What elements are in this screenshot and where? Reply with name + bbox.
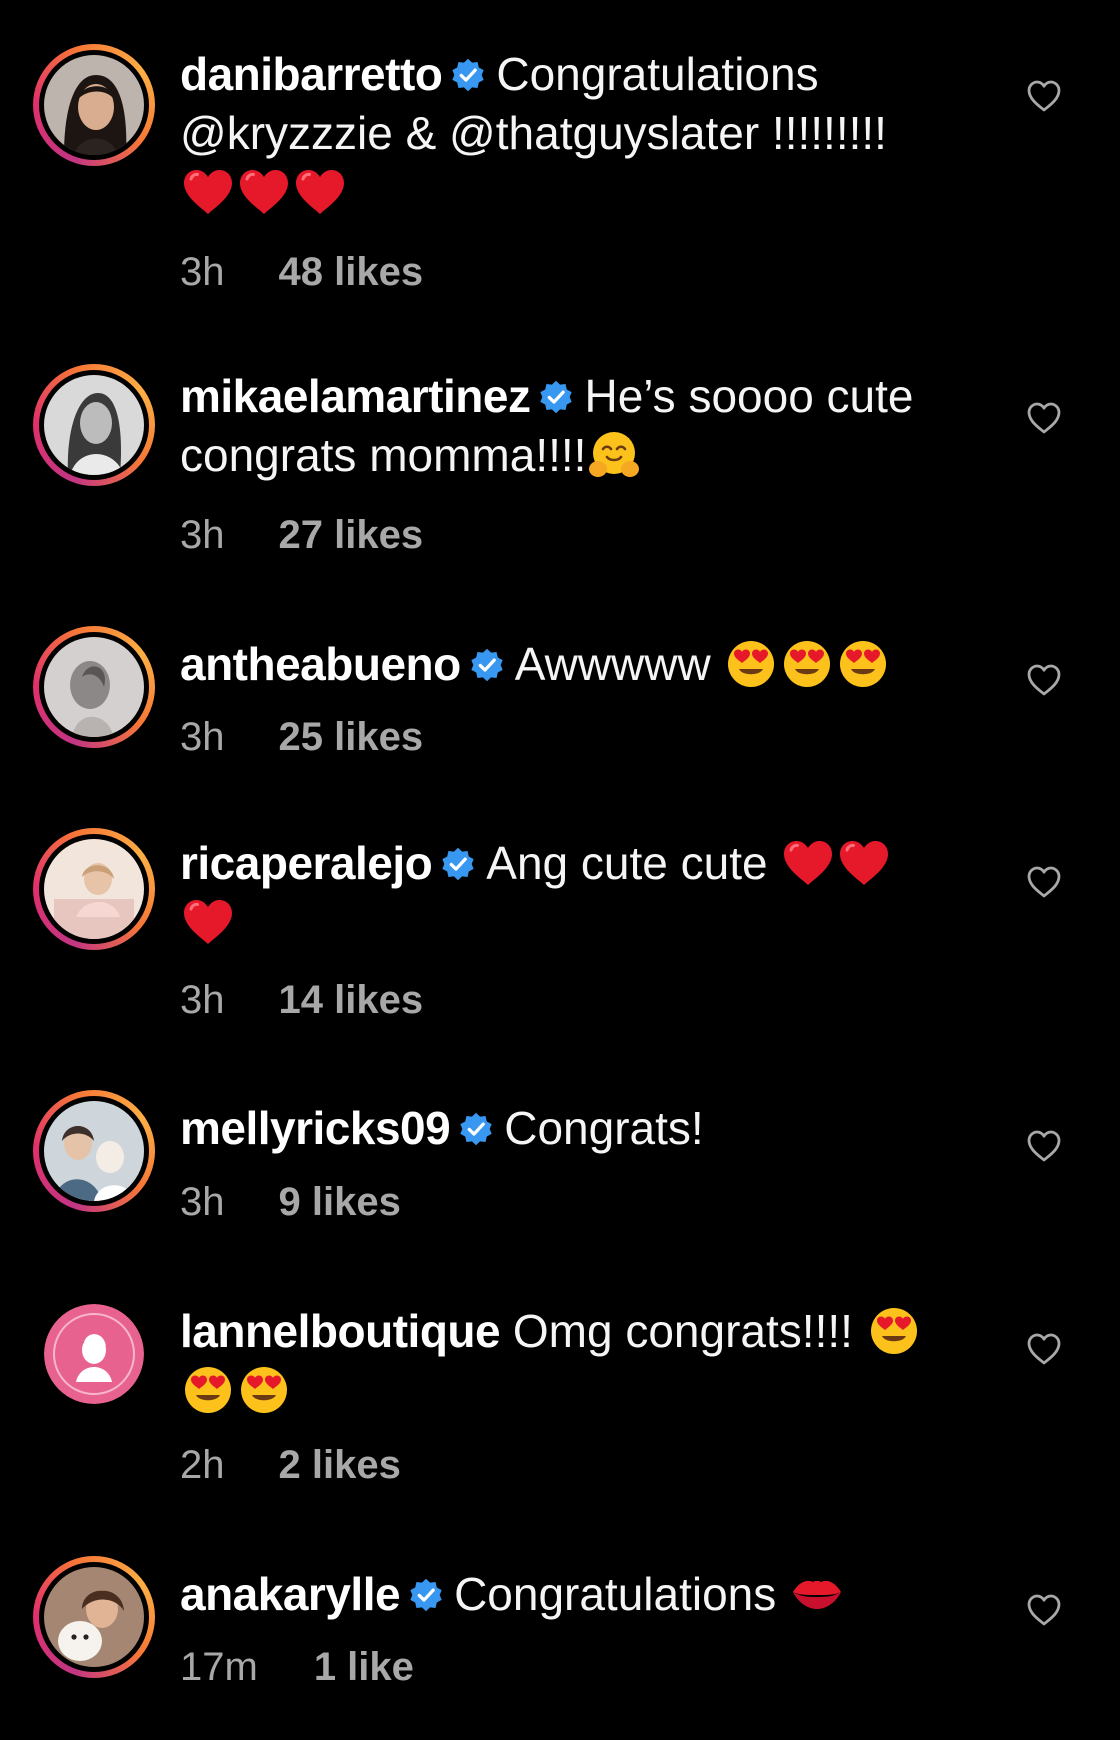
comment-text: ricaperalejo Ang cute cute bbox=[180, 834, 1000, 952]
comment-body: Congrats! bbox=[504, 1102, 704, 1154]
comment-body: Congratulations bbox=[454, 1568, 777, 1620]
comment-time: 17m bbox=[180, 1645, 258, 1689]
avatar[interactable] bbox=[33, 364, 155, 486]
verified-badge-icon bbox=[408, 1577, 444, 1613]
like-heart-icon[interactable] bbox=[1025, 400, 1063, 436]
comment-likes[interactable]: 2 likes bbox=[279, 1443, 401, 1488]
avatar[interactable] bbox=[33, 626, 155, 748]
heart-eyes-icon bbox=[835, 638, 891, 690]
like-heart-icon[interactable] bbox=[1025, 1331, 1063, 1367]
comment-text: mikaelamartinez He’s soooo cute congrats … bbox=[180, 367, 1000, 485]
comment-meta: 3h 48 likes bbox=[180, 250, 423, 295]
avatar[interactable] bbox=[33, 828, 155, 950]
comment-likes[interactable]: 9 likes bbox=[279, 1180, 401, 1225]
avatar[interactable] bbox=[33, 1556, 155, 1678]
kiss-mark-icon bbox=[789, 1568, 845, 1620]
avatar[interactable] bbox=[33, 1090, 155, 1212]
like-heart-icon[interactable] bbox=[1025, 864, 1063, 900]
verified-badge-icon bbox=[450, 57, 486, 93]
heart-eyes-icon bbox=[866, 1305, 922, 1357]
red-heart-icon bbox=[236, 166, 292, 218]
verified-badge-icon bbox=[469, 647, 505, 683]
comment-username[interactable]: anakarylle bbox=[180, 1568, 401, 1620]
comment-likes[interactable]: 14 likes bbox=[279, 978, 424, 1023]
comment-time: 2h bbox=[180, 1443, 225, 1487]
heart-eyes-icon bbox=[236, 1364, 292, 1416]
heart-eyes-icon bbox=[180, 1364, 236, 1416]
avatar[interactable] bbox=[33, 44, 155, 166]
comment-username[interactable]: mellyricks09 bbox=[180, 1102, 451, 1154]
comment-username[interactable]: lannelboutique bbox=[180, 1305, 501, 1357]
comment-time: 3h bbox=[180, 1180, 225, 1224]
like-heart-icon[interactable] bbox=[1025, 78, 1063, 114]
comment-meta: 3h 25 likes bbox=[180, 715, 423, 760]
comment-likes[interactable]: 25 likes bbox=[279, 715, 424, 760]
red-heart-icon bbox=[836, 837, 892, 889]
like-heart-icon[interactable] bbox=[1025, 1128, 1063, 1164]
heart-eyes-icon bbox=[723, 638, 779, 690]
comment-meta: 2h 2 likes bbox=[180, 1443, 401, 1488]
comment-likes[interactable]: 27 likes bbox=[279, 513, 424, 558]
comment-username[interactable]: ricaperalejo bbox=[180, 837, 433, 889]
red-heart-icon bbox=[292, 166, 348, 218]
comment-time: 3h bbox=[180, 513, 225, 557]
like-heart-icon[interactable] bbox=[1025, 1592, 1063, 1628]
comment-text: antheabueno Awwwww bbox=[180, 635, 1000, 694]
comment-meta: 3h 27 likes bbox=[180, 513, 423, 558]
comment-meta: 3h 14 likes bbox=[180, 978, 423, 1023]
comment-time: 3h bbox=[180, 978, 225, 1022]
comment-text: mellyricks09 Congrats! bbox=[180, 1099, 1000, 1158]
verified-badge-icon bbox=[458, 1111, 494, 1147]
comment-likes[interactable]: 48 likes bbox=[279, 250, 424, 295]
hugging-face-icon bbox=[586, 429, 642, 481]
heart-eyes-icon bbox=[779, 638, 835, 690]
comment-username[interactable]: antheabueno bbox=[180, 638, 461, 690]
comment-meta: 3h 9 likes bbox=[180, 1180, 401, 1225]
comment-text: lannelboutique Omg congrats!!!! bbox=[180, 1302, 1000, 1420]
comment-body: Awwwww bbox=[514, 638, 711, 690]
comments-list: danibarretto Congratulations @kryzzzie & … bbox=[0, 0, 1120, 1740]
verified-badge-icon bbox=[538, 379, 574, 415]
comment-time: 3h bbox=[180, 715, 225, 759]
red-heart-icon bbox=[180, 896, 236, 948]
comment-meta: 17m 1 like bbox=[180, 1645, 414, 1690]
comment-text: danibarretto Congratulations @kryzzzie & … bbox=[180, 45, 1000, 222]
comment-username[interactable]: mikaelamartinez bbox=[180, 370, 531, 422]
comment-body: Omg congrats!!!! bbox=[512, 1305, 853, 1357]
comment-time: 3h bbox=[180, 250, 225, 294]
like-heart-icon[interactable] bbox=[1025, 662, 1063, 698]
avatar[interactable] bbox=[33, 1293, 155, 1415]
verified-badge-icon bbox=[440, 846, 476, 882]
comment-body: Ang cute cute bbox=[486, 837, 768, 889]
comment-likes[interactable]: 1 like bbox=[314, 1645, 414, 1690]
comment-text: anakarylle Congratulations bbox=[180, 1565, 1000, 1624]
red-heart-icon bbox=[180, 166, 236, 218]
red-heart-icon bbox=[780, 837, 836, 889]
comment-username[interactable]: danibarretto bbox=[180, 48, 443, 100]
